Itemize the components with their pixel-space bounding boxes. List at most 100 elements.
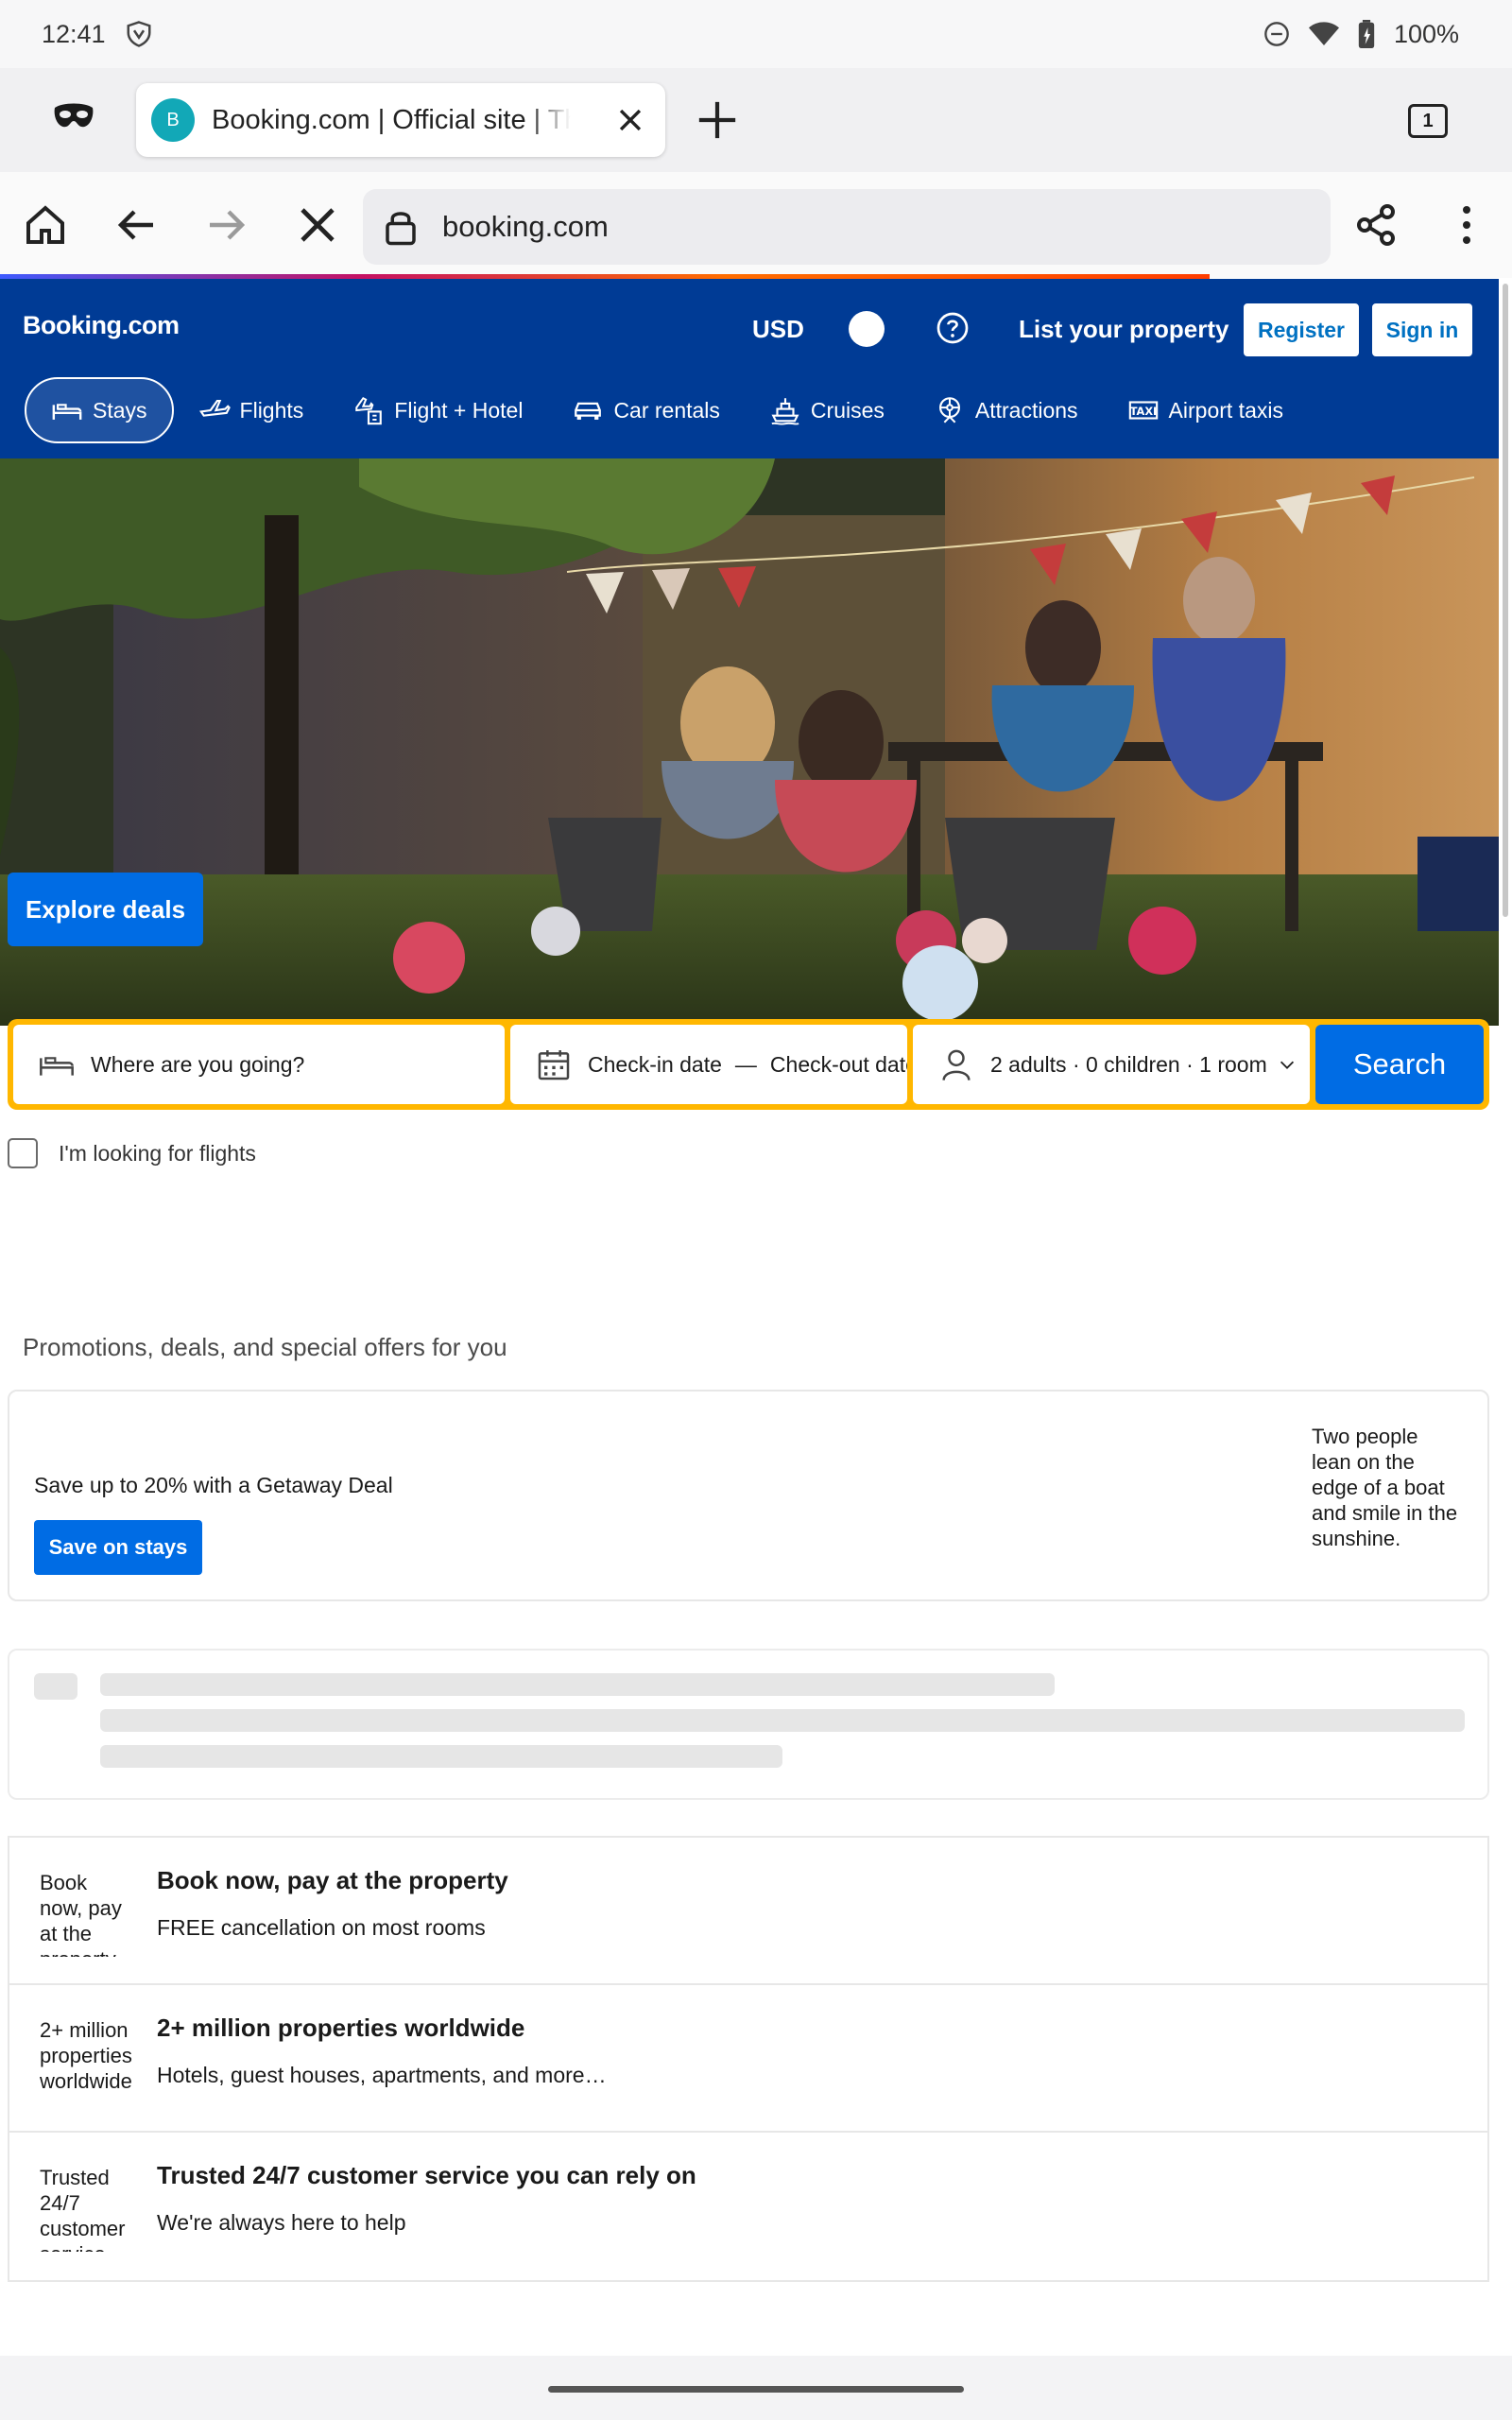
usp-subtitle: We're always here to help — [157, 2210, 406, 2235]
nav-item-flights[interactable]: Flights — [174, 377, 329, 443]
nav-item-airport-taxis[interactable]: TAXI Airport taxis — [1103, 377, 1308, 443]
register-button[interactable]: Register — [1244, 303, 1359, 356]
close-tab-icon[interactable] — [614, 104, 646, 136]
usp-image-alt: Book now, pay at the property — [40, 1871, 122, 1957]
nav-label: Car rentals — [613, 397, 720, 423]
system-nav-bar — [0, 2356, 1512, 2420]
booking-header: Booking.com USD List your property Regis… — [0, 279, 1499, 458]
battery-level: 100% — [1393, 19, 1459, 48]
page-scrollbar[interactable] — [1503, 284, 1508, 917]
skeleton-line — [100, 1673, 1055, 1696]
forward-arrow-icon[interactable] — [204, 202, 249, 248]
battery-icon — [1358, 20, 1375, 48]
usp-item: Trusted 24/7 customer service Trusted 24… — [9, 2133, 1487, 2280]
flights-checkbox-label: I'm looking for flights — [59, 1140, 256, 1166]
attractions-icon — [938, 397, 960, 424]
language-flag-icon[interactable] — [849, 311, 885, 347]
nav-label: Attractions — [974, 397, 1078, 423]
status-bar: 12:41 100% — [0, 0, 1512, 68]
hero-banner: Explore deals — [0, 458, 1499, 1026]
nav-label: Stays — [93, 397, 147, 423]
list-property-link[interactable]: List your property — [1019, 315, 1228, 344]
svg-text:TAXI: TAXI — [1129, 405, 1157, 418]
back-arrow-icon[interactable] — [113, 202, 159, 248]
guests-selector[interactable]: 2 adults · 0 children · 1 room — [913, 1025, 1310, 1104]
sign-in-button[interactable]: Sign in — [1372, 303, 1472, 356]
dnd-icon — [1264, 22, 1289, 46]
tab-favicon: B — [151, 98, 195, 142]
taxi-icon: TAXI — [1128, 401, 1158, 420]
date-separator: — — [734, 1051, 757, 1077]
currency-selector[interactable]: USD — [752, 315, 804, 344]
usp-title: Book now, pay at the property — [157, 1866, 508, 1894]
status-time: 12:41 — [42, 19, 106, 48]
promotion-image-alt: Two people lean on the edge of a boat an… — [1312, 1425, 1458, 1550]
chevron-down-icon — [1280, 1061, 1294, 1069]
usp-item: Book now, pay at the property Book now, … — [9, 1838, 1487, 1985]
usp-title: 2+ million properties worldwide — [157, 2014, 525, 2042]
product-nav: Stays Flights Flight + Hotel Car rentals… — [25, 377, 1308, 443]
skeleton-line — [100, 1709, 1465, 1732]
nav-item-flight-hotel[interactable]: Flight + Hotel — [328, 377, 547, 443]
nav-item-car-rentals[interactable]: Car rentals — [547, 377, 744, 443]
browser-tab[interactable]: B Booking.com | Official site | The best… — [136, 83, 665, 157]
usp-title: Trusted 24/7 customer service you can re… — [157, 2161, 696, 2189]
share-icon[interactable] — [1353, 202, 1399, 248]
flights-checkbox[interactable] — [8, 1138, 38, 1168]
wifi-icon — [1308, 22, 1339, 45]
flights-checkbox-row[interactable]: I'm looking for flights — [8, 1138, 256, 1168]
destination-input[interactable]: Where are you going? — [13, 1025, 505, 1104]
loading-placeholder-card — [8, 1649, 1489, 1800]
nav-item-cruises[interactable]: Cruises — [745, 377, 909, 443]
date-picker[interactable]: Check-in date — Check-out date — [510, 1025, 907, 1104]
hero-image — [0, 458, 1499, 1026]
plane-icon — [198, 400, 231, 417]
destination-placeholder: Where are you going? — [91, 1051, 305, 1077]
tab-count-button[interactable]: 1 — [1408, 104, 1448, 138]
search-bar: Where are you going? Check-in date — Che… — [8, 1019, 1489, 1110]
promotion-text: Save up to 20% with a Getaway Deal — [34, 1473, 393, 1497]
usp-subtitle: FREE cancellation on most rooms — [157, 1915, 486, 1940]
help-icon[interactable] — [936, 311, 970, 345]
nav-label: Flights — [239, 397, 304, 423]
search-button[interactable]: Search — [1315, 1025, 1484, 1104]
gesture-handle[interactable] — [548, 2386, 964, 2393]
home-icon[interactable] — [23, 202, 68, 248]
usp-subtitle: Hotels, guest houses, apartments, and mo… — [157, 2063, 607, 2087]
usp-image-alt: 2+ million properties worldwide — [40, 2018, 132, 2093]
browser-toolbar: booking.com — [0, 172, 1512, 278]
stop-loading-icon[interactable] — [295, 202, 340, 248]
tab-title: Booking.com | Official site | The best h… — [212, 104, 571, 135]
lock-icon[interactable] — [384, 207, 418, 247]
tab-strip: B Booking.com | Official site | The best… — [0, 68, 1512, 172]
nav-label: Flight + Hotel — [394, 397, 524, 423]
vpn-shield-icon — [127, 21, 151, 47]
skeleton-block — [34, 1673, 77, 1700]
url-text: booking.com — [442, 210, 609, 243]
address-bar[interactable]: booking.com — [363, 189, 1331, 265]
checkout-date: Check-out date — [769, 1051, 907, 1077]
bed-icon — [52, 404, 82, 420]
bed-icon — [40, 1057, 74, 1076]
usp-item: 2+ million properties worldwide 2+ milli… — [9, 1985, 1487, 2133]
usp-image-alt: Trusted 24/7 customer service — [40, 2166, 126, 2252]
checkin-date: Check-in date — [588, 1051, 722, 1077]
guests-summary: 2 adults · 0 children · 1 room — [990, 1051, 1267, 1077]
explore-deals-button[interactable]: Explore deals — [8, 873, 203, 946]
nav-label: Airport taxis — [1168, 397, 1283, 423]
private-mask-icon[interactable] — [53, 102, 94, 130]
nav-item-stays[interactable]: Stays — [25, 377, 174, 443]
car-icon — [575, 402, 602, 420]
new-tab-icon[interactable] — [696, 98, 739, 142]
more-options-icon[interactable] — [1444, 202, 1489, 248]
calendar-icon — [538, 1050, 570, 1080]
nav-item-attractions[interactable]: Attractions — [909, 377, 1103, 443]
ship-icon — [771, 398, 799, 425]
flight-hotel-icon — [355, 396, 383, 425]
skeleton-line — [100, 1745, 782, 1768]
usp-list: Book now, pay at the property Book now, … — [8, 1836, 1489, 2282]
promotion-card: Save up to 20% with a Getaway Deal Save … — [8, 1390, 1489, 1601]
save-on-stays-button[interactable]: Save on stays — [34, 1520, 202, 1575]
booking-logo[interactable]: Booking.com — [23, 311, 180, 340]
nav-label: Cruises — [810, 397, 885, 423]
